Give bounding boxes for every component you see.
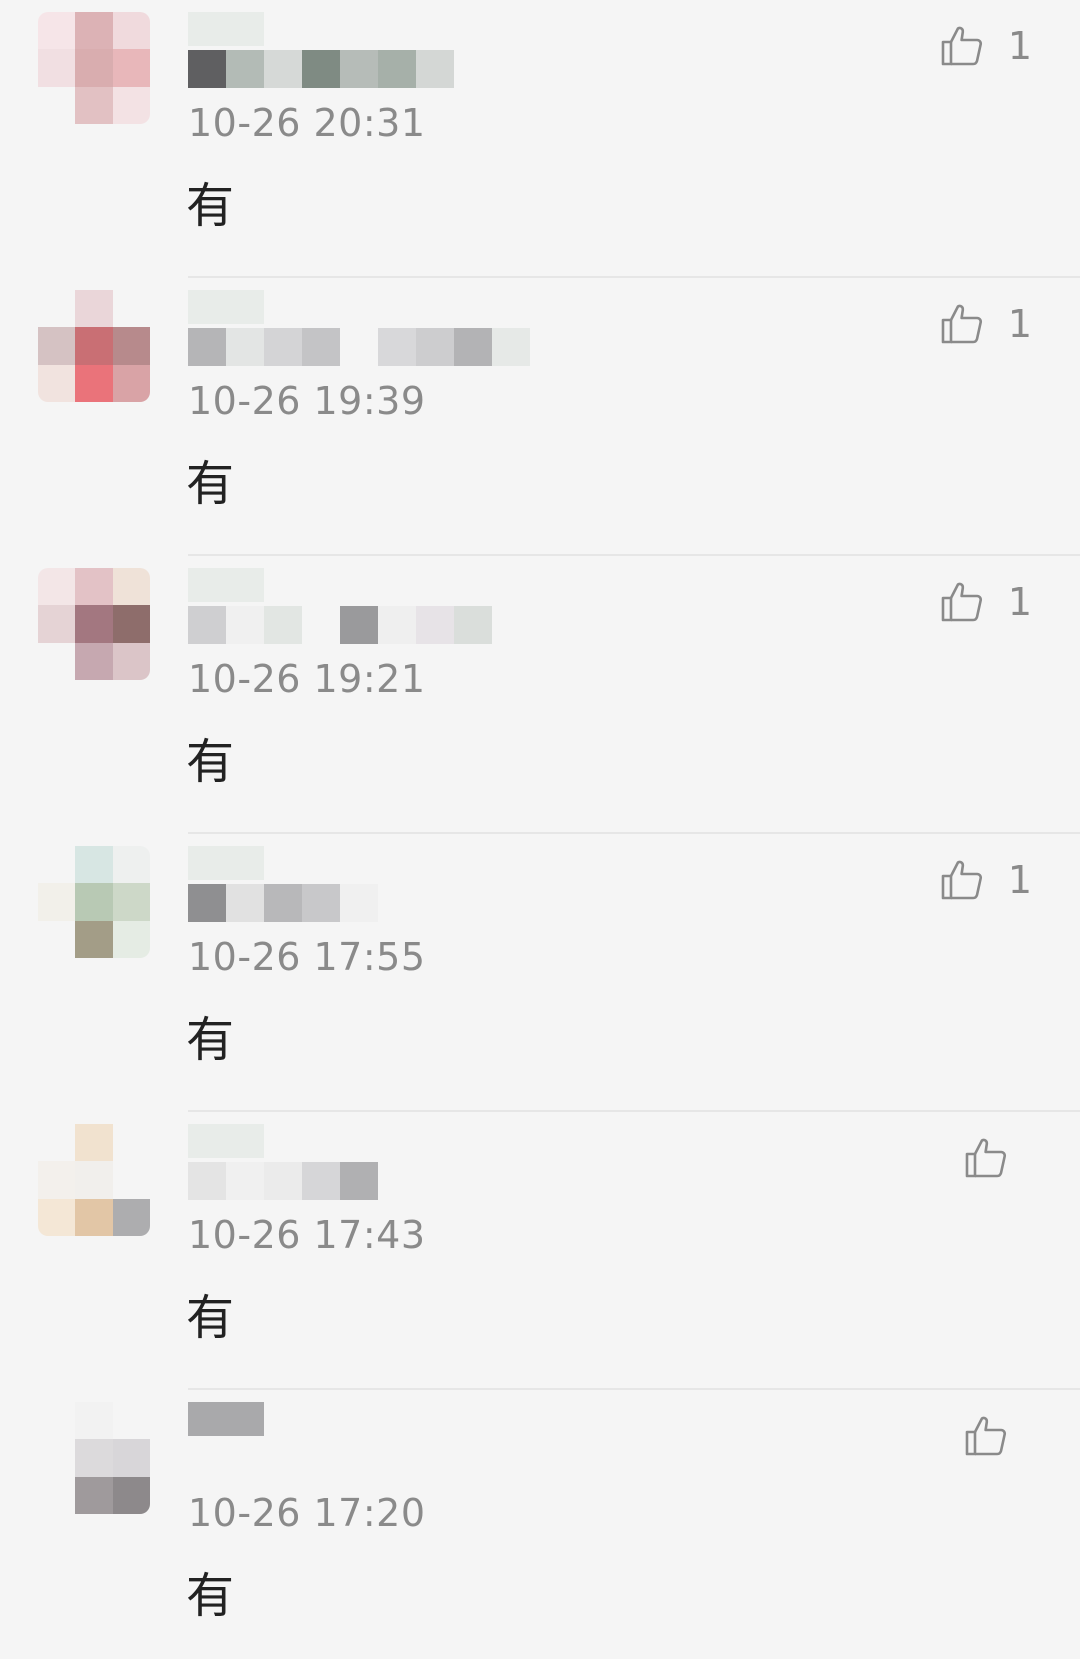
- username-blurred: [188, 568, 264, 602]
- avatar[interactable]: [38, 568, 150, 680]
- comment-timestamp: 10-26 20:31: [188, 101, 426, 145]
- thumbs-up-icon: [938, 22, 986, 70]
- thumbs-up-icon: [962, 1412, 1010, 1460]
- avatar[interactable]: [38, 1402, 150, 1514]
- username-blurred: [188, 1124, 264, 1158]
- comment-text: 有: [186, 1290, 235, 1346]
- comment-item: 10-26 17:20 有: [0, 1390, 1080, 1659]
- like-button[interactable]: 1: [938, 20, 1032, 72]
- like-count: 1: [1007, 858, 1032, 902]
- thumbs-up-icon: [962, 1134, 1010, 1182]
- like-count: 1: [1007, 24, 1032, 68]
- thumbs-up-icon: [938, 300, 986, 348]
- like-button[interactable]: 1: [938, 298, 1032, 350]
- comment-item: 10-26 17:55 有 1: [0, 834, 1080, 1112]
- thumbs-up-icon: [938, 856, 986, 904]
- avatar[interactable]: [38, 846, 150, 958]
- username-blurred[interactable]: [188, 1162, 378, 1200]
- comment-list: 10-26 20:31 有 1 10-26 19:39 有 1 10-26 19…: [0, 0, 1080, 1659]
- like-button[interactable]: 1: [938, 576, 1032, 628]
- username-blurred[interactable]: [188, 328, 530, 366]
- comment-timestamp: 10-26 19:21: [188, 657, 426, 701]
- comment-text: 有: [186, 734, 235, 790]
- username-blurred: [188, 290, 264, 324]
- comment-text: 有: [186, 178, 235, 234]
- comment-timestamp: 10-26 17:55: [188, 935, 426, 979]
- like-count: 1: [1007, 580, 1032, 624]
- comment-item: 10-26 20:31 有 1: [0, 0, 1080, 278]
- like-button[interactable]: 1: [938, 854, 1032, 906]
- like-button[interactable]: [962, 1132, 1032, 1184]
- username-blurred[interactable]: [188, 606, 492, 644]
- like-button[interactable]: [962, 1410, 1032, 1462]
- username-blurred: [188, 12, 264, 46]
- comment-text: 有: [186, 1012, 235, 1068]
- username-blurred[interactable]: [188, 50, 454, 88]
- comment-item: 10-26 19:21 有 1: [0, 556, 1080, 834]
- username-blurred: [188, 846, 264, 880]
- comment-timestamp: 10-26 17:43: [188, 1213, 426, 1257]
- comment-timestamp: 10-26 19:39: [188, 379, 426, 423]
- comment-text: 有: [186, 456, 235, 512]
- username-blurred[interactable]: [188, 1440, 226, 1478]
- comment-timestamp: 10-26 17:20: [188, 1491, 426, 1535]
- comment-item: 10-26 17:43 有: [0, 1112, 1080, 1390]
- avatar[interactable]: [38, 290, 150, 402]
- username-blurred: [188, 1402, 264, 1436]
- username-blurred[interactable]: [188, 884, 378, 922]
- avatar[interactable]: [38, 1124, 150, 1236]
- like-count: 1: [1007, 302, 1032, 346]
- thumbs-up-icon: [938, 578, 986, 626]
- comment-text: 有: [186, 1568, 235, 1624]
- comment-item: 10-26 19:39 有 1: [0, 278, 1080, 556]
- avatar[interactable]: [38, 12, 150, 124]
